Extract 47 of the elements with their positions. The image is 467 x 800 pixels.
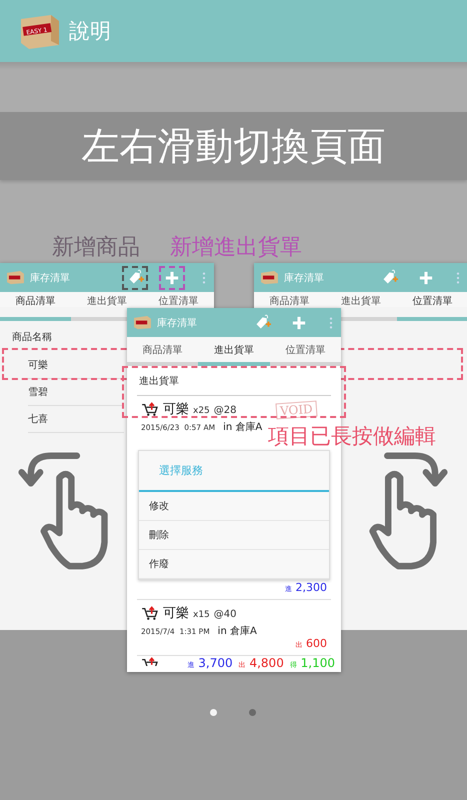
dialog-option[interactable]: 修改 xyxy=(139,492,329,521)
quantity: x15 xyxy=(193,610,210,620)
callout-label: 新增商品 xyxy=(52,234,140,262)
tab[interactable]: 位置清單 xyxy=(396,292,467,307)
cart-upload-icon xyxy=(141,606,159,620)
callout-label: 項目已長按做編輯 xyxy=(268,423,436,450)
dialog-option[interactable]: 刪除 xyxy=(139,521,329,550)
tag-add-icon[interactable] xyxy=(380,269,398,286)
screen-title: 說明 xyxy=(69,18,111,45)
product-item[interactable]: 可樂 xyxy=(28,352,124,379)
instruction-banner: 左右滑動切換頁面 xyxy=(0,112,467,180)
more-icon[interactable] xyxy=(202,270,206,284)
more-icon[interactable] xyxy=(456,270,460,284)
warehouse-location: in 倉庫A xyxy=(218,624,257,638)
column-header: 商品名稱 xyxy=(11,330,53,345)
more-icon[interactable] xyxy=(329,316,333,330)
quantity: x25 xyxy=(193,406,210,416)
tab[interactable]: 進出貨單 xyxy=(198,337,270,362)
tab[interactable]: 位置清單 xyxy=(142,292,214,307)
dialog-option[interactable]: 作廢 xyxy=(139,550,329,579)
product-name: 可樂 xyxy=(163,401,189,418)
unit-price: @40 xyxy=(214,609,237,620)
tag-add-icon[interactable] xyxy=(254,314,270,331)
cart-upload-icon xyxy=(141,402,159,416)
product-name: 可樂 xyxy=(163,605,189,622)
tab[interactable]: 商品清單 xyxy=(0,292,72,307)
tab[interactable]: 商品清單 xyxy=(127,337,198,362)
add-icon[interactable] xyxy=(292,316,306,330)
tab[interactable]: 商品清單 xyxy=(254,292,326,307)
toolbar-title: 庫存清單 xyxy=(30,272,70,284)
box-logo-icon xyxy=(260,270,279,285)
unit-price: @28 xyxy=(214,405,237,416)
callout-label: 新增進出貨單 xyxy=(170,234,302,262)
product-item[interactable]: 雪碧 xyxy=(28,379,124,406)
tab[interactable]: 位置清單 xyxy=(270,337,341,362)
product-item[interactable]: 七喜 xyxy=(28,406,124,433)
box-logo-icon xyxy=(6,270,25,285)
warehouse-location: in 倉庫A xyxy=(223,420,262,434)
toolbar-title: 庫存清單 xyxy=(157,316,197,330)
tab[interactable]: 進出貨單 xyxy=(71,292,143,307)
box-logo-icon xyxy=(133,315,152,330)
tab[interactable]: 進出貨單 xyxy=(325,292,397,307)
add-icon[interactable] xyxy=(165,270,179,284)
add-icon[interactable] xyxy=(419,270,433,284)
toolbar-title: 庫存清單 xyxy=(284,272,324,284)
tag-add-icon[interactable] xyxy=(126,269,144,286)
dialog-title: 選擇服務 xyxy=(139,451,329,492)
